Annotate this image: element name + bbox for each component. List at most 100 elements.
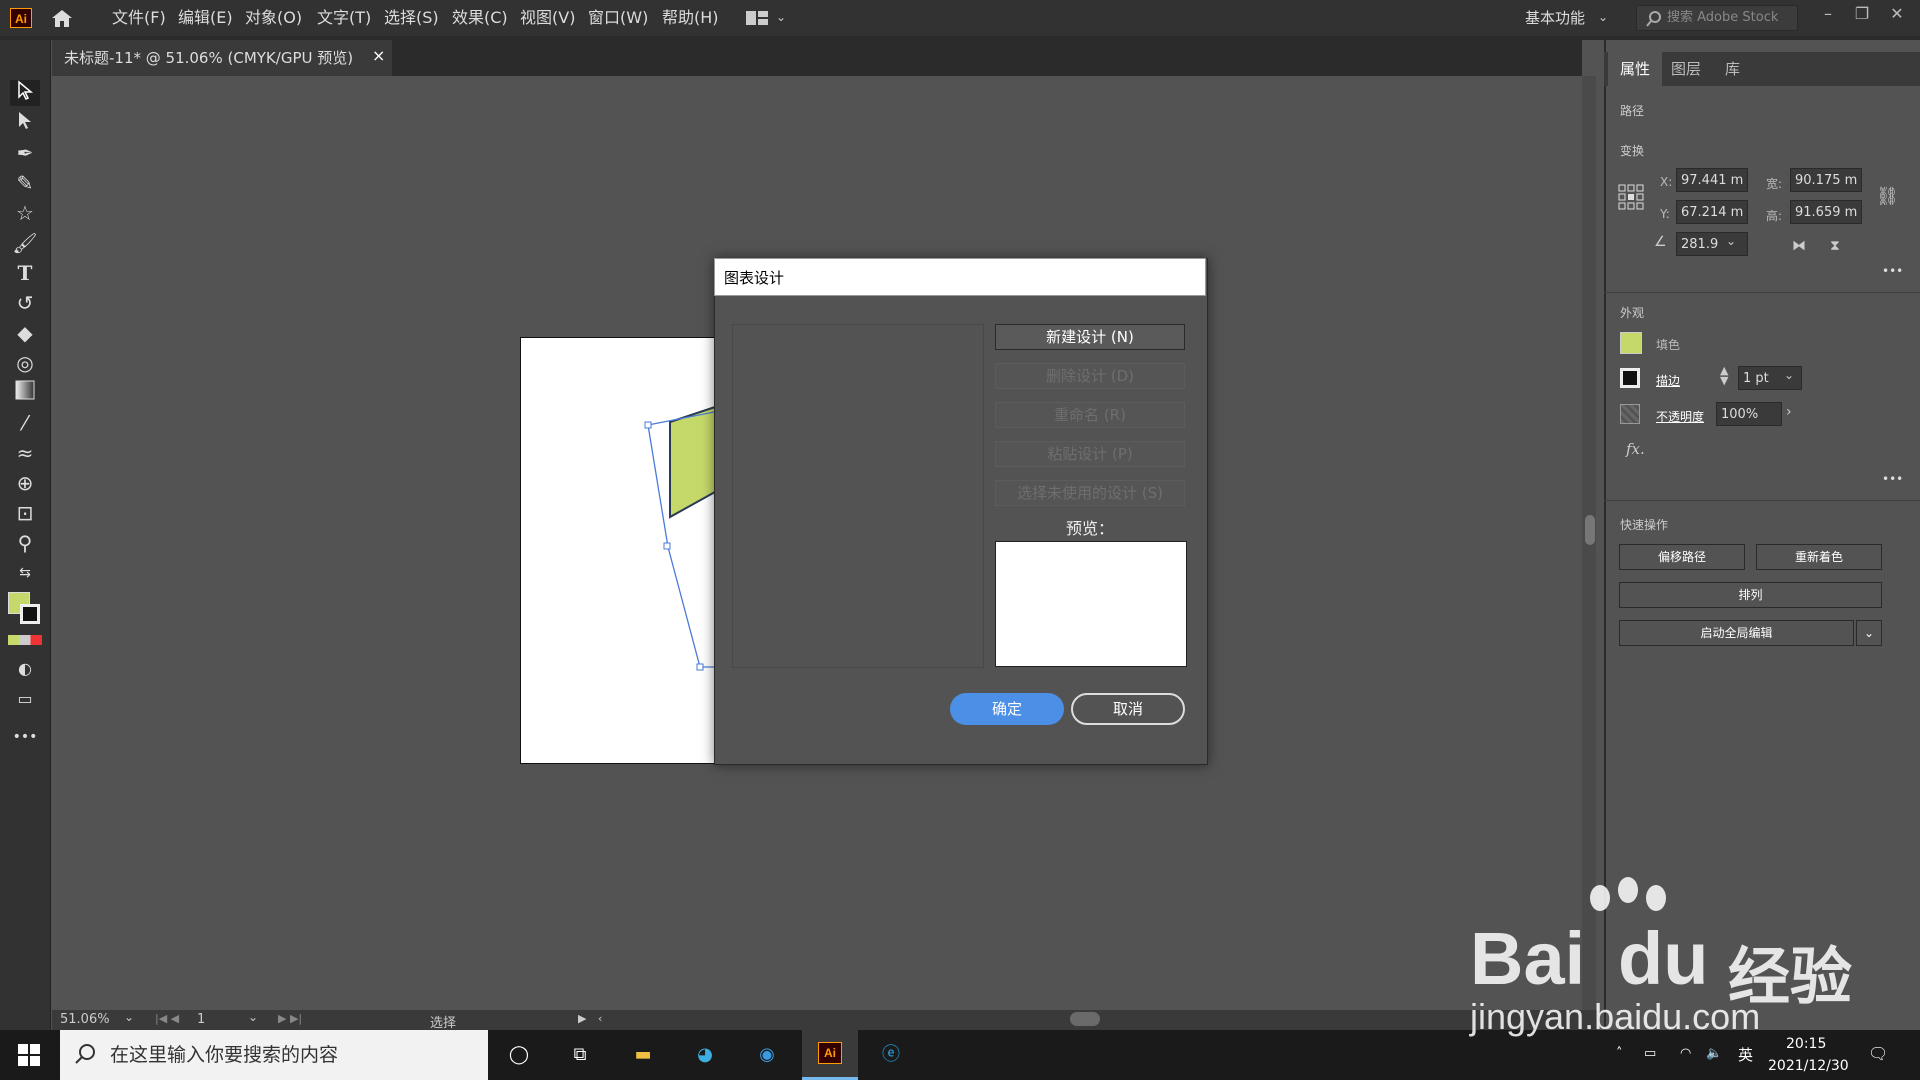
more-options-icon[interactable]: ••• xyxy=(1882,472,1903,486)
ok-button[interactable]: 确定 xyxy=(950,693,1064,725)
screen-mode-icon[interactable]: ▭ xyxy=(10,686,40,712)
clock-time[interactable]: 20:15 xyxy=(1786,1036,1826,1052)
menu-file[interactable]: 文件(F) xyxy=(112,0,166,36)
new-design-button[interactable]: 新建设计 (N) xyxy=(995,324,1185,350)
volume-icon[interactable]: 🔈 xyxy=(1706,1046,1722,1061)
rotate-angle-field[interactable]: 281.9 xyxy=(1676,232,1748,256)
workspace-switcher[interactable]: 基本功能 xyxy=(1525,0,1585,36)
first-page-icon[interactable]: |◀ ◀ xyxy=(155,1012,179,1025)
star-tool-icon[interactable]: ☆ xyxy=(10,200,40,226)
type-tool-icon[interactable]: T xyxy=(10,260,40,286)
cancel-button[interactable]: 取消 xyxy=(1071,693,1185,725)
flip-vertical-icon[interactable]: ⧗ xyxy=(1830,238,1840,254)
clock-date[interactable]: 2021/12/30 xyxy=(1768,1058,1849,1074)
last-page-icon[interactable]: ▶ ▶| xyxy=(278,1012,302,1025)
puppet-warp-tool-icon[interactable]: ≈ xyxy=(10,440,40,466)
rotate-tool-icon[interactable]: ↺ xyxy=(10,290,40,316)
file-explorer-icon[interactable]: ▬ xyxy=(626,1040,660,1070)
cortana-icon[interactable]: ◯ xyxy=(502,1040,536,1070)
chevron-down-icon[interactable]: ⌄ xyxy=(776,10,786,24)
more-tools-icon[interactable]: ••• xyxy=(10,724,40,750)
width-field[interactable]: 90.175 m xyxy=(1790,168,1862,192)
recolor-button[interactable]: 重新着色 xyxy=(1756,544,1882,570)
zoom-tool-icon[interactable]: ⚲ xyxy=(10,530,40,556)
zoom-level[interactable]: 51.06% xyxy=(60,1012,110,1027)
chevron-down-icon[interactable]: ⌄ xyxy=(1598,10,1608,24)
opacity-label[interactable]: 不透明度 xyxy=(1656,408,1704,425)
home-icon[interactable] xyxy=(50,8,74,28)
y-field[interactable]: 67.214 m xyxy=(1676,200,1748,224)
chevron-right-icon[interactable]: › xyxy=(1786,404,1792,420)
menu-edit[interactable]: 编辑(E) xyxy=(178,0,233,36)
paintbrush-tool-icon[interactable]: 🖌 xyxy=(10,230,40,256)
artboard-tool-icon[interactable]: ⊡ xyxy=(10,500,40,526)
tab-libraries[interactable]: 库 xyxy=(1725,52,1740,86)
menu-window[interactable]: 窗口(W) xyxy=(588,0,648,36)
windows-start-icon[interactable] xyxy=(18,1044,40,1070)
swap-fill-stroke-icon[interactable]: ⇆ xyxy=(10,560,40,586)
menu-select[interactable]: 选择(S) xyxy=(384,0,439,36)
restore-icon[interactable]: ❐ xyxy=(1845,0,1879,30)
effects-fx-icon[interactable]: fx. xyxy=(1626,440,1645,458)
height-field[interactable]: 91.659 m xyxy=(1790,200,1862,224)
document-tab[interactable]: 未标题-11* @ 51.06% (CMYK/GPU 预览) xyxy=(52,40,392,76)
eyedropper-tool-icon[interactable]: ⁄ xyxy=(10,410,40,436)
chevron-down-icon[interactable]: ⌄ xyxy=(124,1010,134,1024)
select-unused-button[interactable]: 选择未使用的设计 (S) xyxy=(995,480,1185,506)
menu-view[interactable]: 视图(V) xyxy=(520,0,575,36)
browser-icon[interactable]: ◉ xyxy=(750,1040,784,1070)
curvature-tool-icon[interactable]: ✎ xyxy=(10,170,40,196)
more-options-icon[interactable]: ••• xyxy=(1882,264,1903,278)
global-edit-button[interactable]: 启动全局编辑 xyxy=(1619,620,1854,646)
tab-properties[interactable]: 属性 xyxy=(1608,52,1663,86)
page-number[interactable]: 1 xyxy=(197,1012,205,1027)
global-edit-dropdown[interactable]: ⌄ xyxy=(1856,620,1882,646)
stroke-stepper-icon[interactable]: ▲ ▼ xyxy=(1720,365,1728,386)
color-mode-icon[interactable] xyxy=(8,635,42,645)
stroke-swatch[interactable] xyxy=(20,604,40,624)
play-icon[interactable]: ▶ xyxy=(578,1012,586,1025)
minimize-icon[interactable]: – xyxy=(1811,0,1845,30)
chevron-down-icon[interactable]: ⌄ xyxy=(1726,234,1736,248)
chevron-down-icon[interactable]: ⌄ xyxy=(1784,368,1794,382)
pen-tool-icon[interactable]: ✒ xyxy=(10,140,40,166)
eraser-tool-icon[interactable]: ◆ xyxy=(10,320,40,346)
arrange-button[interactable]: 排列 xyxy=(1619,582,1882,608)
show-hidden-icons-icon[interactable]: ˄ xyxy=(1616,1046,1623,1061)
reference-point-icon[interactable] xyxy=(1618,184,1644,214)
design-list[interactable] xyxy=(732,324,984,668)
vertical-scroll-thumb[interactable] xyxy=(1585,515,1595,545)
ie-browser-icon[interactable]: ⓔ xyxy=(874,1040,908,1070)
task-view-icon[interactable]: ⧉ xyxy=(563,1040,597,1070)
lasso-tool-icon[interactable]: ◎ xyxy=(10,350,40,376)
delete-design-button[interactable]: 删除设计 (D) xyxy=(995,363,1185,389)
menu-effect[interactable]: 效果(C) xyxy=(452,0,508,36)
menu-type[interactable]: 文字(T) xyxy=(317,0,371,36)
stroke-label[interactable]: 描边 xyxy=(1656,372,1680,389)
offset-path-button[interactable]: 偏移路径 xyxy=(1619,544,1745,570)
notification-icon[interactable]: 🗨 xyxy=(1868,1044,1888,1063)
opacity-field[interactable]: 100% xyxy=(1716,402,1782,426)
scroll-left-icon[interactable]: ‹ xyxy=(598,1012,602,1025)
taskbar-search-input[interactable]: 在这里输入你要搜索的内容 xyxy=(60,1030,488,1080)
tab-layers[interactable]: 图层 xyxy=(1671,52,1701,86)
constrain-proportions-icon[interactable]: ⛓ xyxy=(1876,186,1899,207)
selection-tool-icon[interactable] xyxy=(10,80,40,106)
chevron-down-icon[interactable]: ⌄ xyxy=(248,1010,258,1024)
direct-selection-tool-icon[interactable] xyxy=(10,110,40,136)
rename-design-button[interactable]: 重命名 (R) xyxy=(995,402,1185,428)
shape-builder-tool-icon[interactable]: ⊕ xyxy=(10,470,40,496)
stroke-color-swatch[interactable] xyxy=(1620,368,1640,388)
close-icon[interactable]: ✕ xyxy=(1880,0,1914,30)
paste-design-button[interactable]: 粘贴设计 (P) xyxy=(995,441,1185,467)
ime-indicator[interactable]: 英 xyxy=(1738,1044,1753,1065)
close-tab-icon[interactable]: × xyxy=(372,46,385,65)
arrange-documents-icon[interactable] xyxy=(745,8,769,28)
menu-object[interactable]: 对象(O) xyxy=(245,0,302,36)
fill-color-swatch[interactable] xyxy=(1620,332,1642,354)
horizontal-scroll-thumb[interactable] xyxy=(1070,1012,1100,1026)
gradient-tool-icon[interactable] xyxy=(10,380,40,406)
network-icon[interactable]: ◠ xyxy=(1680,1046,1691,1061)
edge-icon[interactable]: ◕ xyxy=(688,1040,722,1070)
x-field[interactable]: 97.441 m xyxy=(1676,168,1748,192)
